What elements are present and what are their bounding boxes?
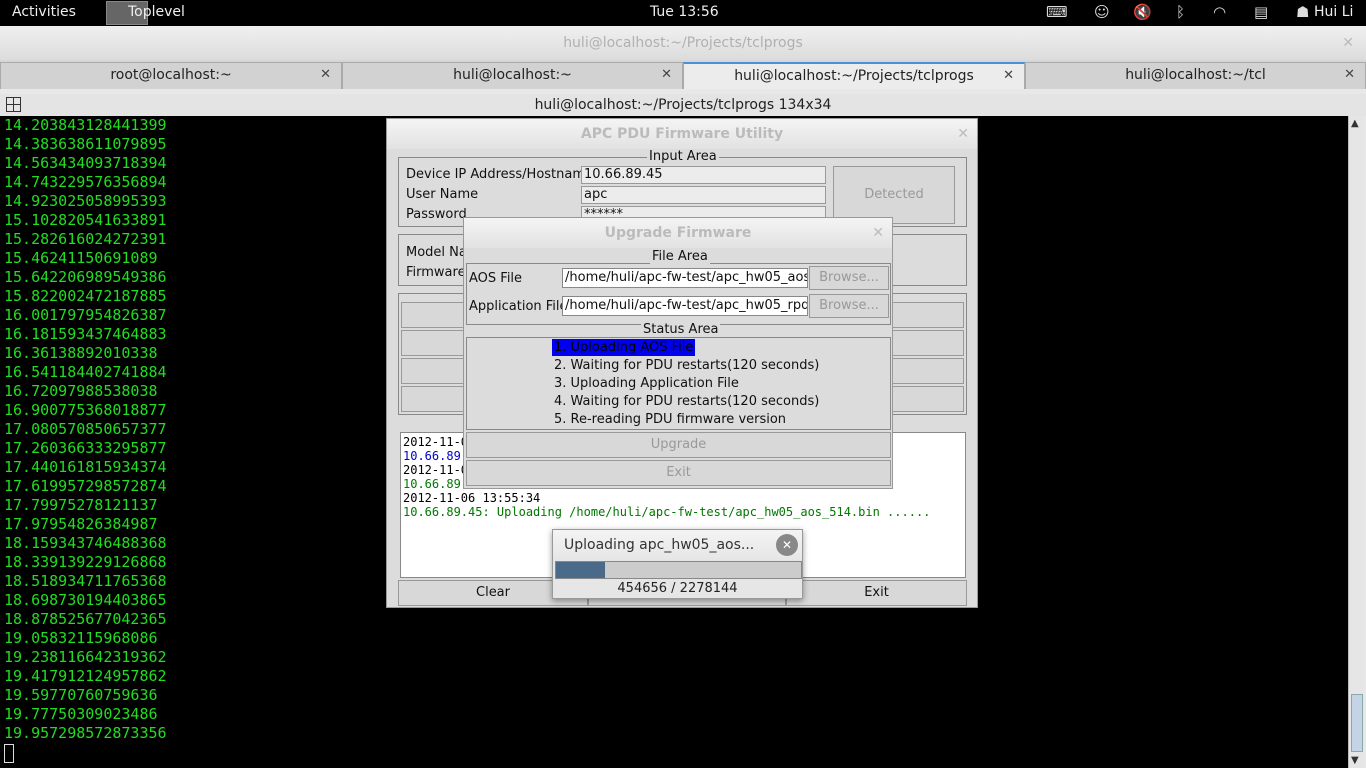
close-icon[interactable]: ✕ [872,218,884,248]
tab-root[interactable]: root@localhost:~ ✕ [0,62,342,89]
upload-progress-dialog: Uploading apc_hw05_aos... ✕ 454656 / 227… [552,529,803,599]
status-step-4: 4. Waiting for PDU restarts(120 seconds) [554,394,820,409]
terminal-line: 19.417912124957862 [4,667,167,685]
application-browse-button[interactable]: Browse... [809,294,889,318]
apc-titlebar[interactable]: APC PDU Firmware Utility ✕ [387,119,977,149]
log-line: 10.66.89.45: Uploading /home/huli/apc-fw… [403,505,931,519]
terminal-header: huli@localhost:~/Projects/tclprogs 134x3… [0,94,1366,116]
close-icon[interactable]: ✕ [957,119,969,149]
status-area-label: Status Area [641,322,721,337]
terminal-line: 19.957298572873356 [4,724,167,742]
progress-count: 454656 / 2278144 [617,581,738,596]
close-icon[interactable]: ✕ [776,534,798,556]
close-icon[interactable]: ✕ [320,63,331,87]
close-icon[interactable]: ✕ [661,63,672,87]
tab-tcl[interactable]: huli@localhost:~/tcl ✕ [1025,62,1366,89]
tab-tclprogs[interactable]: huli@localhost:~/Projects/tclprogs ✕ [683,62,1025,89]
status-step-5: 5. Re-reading PDU firmware version [554,412,787,427]
tab-bar: root@localhost:~ ✕ huli@localhost:~ ✕ hu… [0,60,1366,89]
scrollbar-thumb[interactable] [1351,694,1363,752]
tab-label: huli@localhost:~ [453,67,572,83]
exit-button[interactable]: Exit [786,580,967,606]
log-line: 2012-11-06 13:55:34 [403,491,541,505]
tab-label: root@localhost:~ [110,67,232,83]
status-step-1: 1. Uploading AOS File [552,339,696,356]
progress-bar-fill [556,562,605,578]
scroll-up-icon[interactable]: ▲ [1351,118,1359,129]
volume-muted-icon[interactable]: 🔇 [1133,3,1152,21]
upgrade-dialog-title: Upgrade Firmware [604,225,752,241]
clock[interactable]: Tue 13:56 [650,4,719,20]
terminal-line: 19.05832115968086 [4,629,158,647]
window-title: huli@localhost:~/Projects/tclprogs [563,35,803,51]
application-file-label: Application File [469,299,568,314]
terminal-line: 18.878525677042365 [4,610,167,628]
tab-huli-home[interactable]: huli@localhost:~ ✕ [342,62,683,89]
terminal-line: 19.77750309023486 [4,705,158,723]
user-menu[interactable]: Hui Li [1314,4,1353,20]
scrollbar[interactable]: ▲ ▼ [1348,116,1364,768]
close-icon[interactable]: ✕ [1344,63,1355,87]
upgrade-titlebar[interactable]: Upgrade Firmware ✕ [464,218,892,248]
accessibility-icon[interactable]: ☺ [1094,3,1110,21]
grid-icon[interactable] [6,97,21,112]
activities-button[interactable]: Activities [12,4,76,20]
file-area-label: File Area [650,249,710,264]
top-bar: Activities Toplevel Tue 13:56 ⌨ ☺ 🔇 ᛒ ◠ … [0,0,1366,26]
aos-browse-button[interactable]: Browse... [809,266,889,290]
firmware-label: Firmware [406,265,466,280]
input-area-label: Input Area [647,149,719,164]
terminal-size-label: huli@localhost:~/Projects/tclprogs 134x3… [534,97,832,113]
password-label: Password [406,207,467,222]
close-icon[interactable]: ✕ [1003,64,1014,88]
user-icon: ☗ [1296,3,1310,21]
close-icon[interactable]: ✕ [1342,26,1354,60]
terminal-cursor [4,744,14,763]
bluetooth-icon[interactable]: ᛒ [1176,3,1185,21]
wifi-icon[interactable]: ◠ [1213,3,1226,21]
tab-label: huli@localhost:~/tcl [1125,67,1266,83]
upgrade-button[interactable]: Upgrade [466,432,891,458]
upgrade-firmware-dialog: Upgrade Firmware ✕ File Area AOS File /h… [463,217,893,489]
tab-label: huli@localhost:~/Projects/tclprogs [734,68,974,84]
aos-file-input[interactable]: /home/huli/apc-fw-test/apc_hw05_aos_5 [562,268,808,288]
aos-file-label: AOS File [469,271,523,286]
app-menu-label[interactable]: Toplevel [128,4,185,20]
detected-button[interactable]: Detected [833,166,955,224]
progress-bar [555,561,802,579]
ip-input[interactable]: 10.66.89.45 [581,166,826,184]
terminal-line: 19.59770760759636 [4,686,158,704]
upgrade-exit-button[interactable]: Exit [466,460,891,486]
keyboard-icon[interactable]: ⌨ [1046,3,1068,21]
status-step-3: 3. Uploading Application File [554,376,739,391]
terminal-titlebar[interactable]: huli@localhost:~/Projects/tclprogs ✕ [0,26,1366,60]
clipboard-icon[interactable]: ▤ [1254,3,1268,21]
user-input[interactable]: apc [581,186,826,204]
progress-dialog-title[interactable]: Uploading apc_hw05_aos... [553,530,802,560]
scroll-down-icon[interactable]: ▼ [1351,755,1359,766]
user-label: User Name [406,187,479,202]
ip-label: Device IP Address/Hostname [406,167,594,182]
apc-window-title: APC PDU Firmware Utility [580,126,784,142]
terminal-line: 19.238116642319362 [4,648,167,666]
application-file-input[interactable]: /home/huli/apc-fw-test/apc_hw05_rpdu2 [562,296,808,316]
status-step-2: 2. Waiting for PDU restarts(120 seconds) [554,358,820,373]
